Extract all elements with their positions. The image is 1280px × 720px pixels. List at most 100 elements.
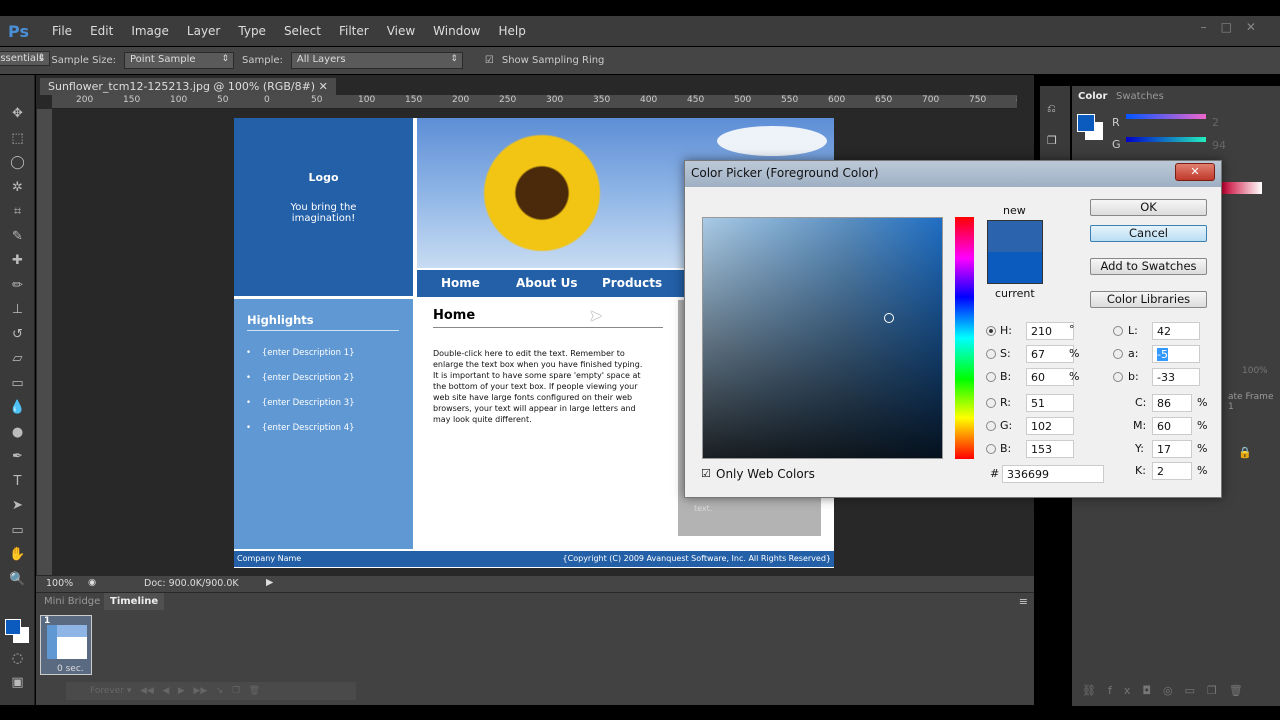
fg-color-swatch[interactable] — [1077, 114, 1095, 132]
eyedropper-tool-icon[interactable]: ✎ — [0, 225, 35, 250]
s-input[interactable]: 67 — [1026, 345, 1074, 363]
quick-mask-icon[interactable]: ◌ — [0, 647, 35, 672]
loop-select[interactable]: Forever — [90, 686, 124, 696]
quick-select-tool-icon[interactable]: ✲ — [0, 176, 35, 201]
only-web-colors-checkbox[interactable]: ☑ — [701, 467, 711, 480]
g-value[interactable]: 94 — [1212, 139, 1226, 152]
l-radio[interactable] — [1113, 326, 1123, 336]
nav-about-us[interactable]: About Us — [516, 276, 577, 290]
shape-tool-icon[interactable]: ▭ — [0, 519, 35, 544]
history-icon[interactable]: ⎌ — [1047, 102, 1070, 116]
screen-mode-icon[interactable]: ▣ — [0, 671, 35, 696]
zoom-level[interactable]: 100% — [46, 578, 73, 589]
menu-image[interactable]: Image — [131, 24, 169, 38]
ok-button[interactable]: OK — [1090, 199, 1207, 216]
menu-edit[interactable]: Edit — [90, 24, 113, 38]
dodge-tool-icon[interactable]: ● — [0, 421, 35, 446]
k-input[interactable]: 2 — [1152, 462, 1192, 480]
pen-tool-icon[interactable]: ✒ — [0, 445, 35, 470]
sample-select[interactable]: All Layers — [290, 52, 463, 69]
h-radio[interactable] — [986, 326, 996, 336]
menu-file[interactable]: File — [52, 24, 72, 38]
play-icon[interactable]: ▶ — [178, 686, 185, 696]
tab-timeline[interactable]: Timeline — [104, 593, 165, 610]
color-libraries-button[interactable]: Color Libraries — [1090, 291, 1207, 308]
crop-tool-icon[interactable]: ⌗ — [0, 200, 35, 225]
r-slider[interactable] — [1126, 114, 1206, 119]
menu-type[interactable]: Type — [238, 24, 266, 38]
foreground-color-swatch[interactable] — [5, 619, 21, 635]
hue-slider[interactable] — [955, 217, 974, 459]
history-brush-icon[interactable]: ↺ — [0, 323, 35, 348]
b-input[interactable]: 60 — [1026, 368, 1074, 386]
current-color-swatch[interactable] — [987, 252, 1043, 284]
tab-color[interactable]: Color — [1078, 91, 1107, 102]
nav-products[interactable]: Products — [602, 276, 662, 290]
s-radio[interactable] — [986, 349, 996, 359]
animation-frame[interactable]: 1 0 sec. — [40, 615, 92, 675]
g-slider[interactable] — [1126, 137, 1206, 142]
zoom-tool-icon[interactable]: 🔍 — [0, 568, 35, 593]
hex-input[interactable]: 336699 — [1002, 465, 1104, 483]
g-radio[interactable] — [986, 421, 996, 431]
m-input[interactable]: 60 — [1152, 417, 1192, 435]
blue-input[interactable]: 153 — [1026, 440, 1074, 458]
color-ramp[interactable] — [1222, 182, 1262, 194]
panel-menu-icon[interactable]: ≡ — [1019, 595, 1028, 608]
path-select-tool-icon[interactable]: ➤ — [0, 494, 35, 519]
a-input[interactable]: -5 — [1152, 345, 1200, 363]
color-picker-ring[interactable] — [884, 313, 894, 323]
show-ring-checkbox[interactable]: ☑ — [485, 55, 494, 66]
status-menu-arrow-icon[interactable]: ▶ — [266, 577, 273, 588]
window-controls[interactable]: –□✕ — [1201, 20, 1270, 34]
frame-delay[interactable]: 0 sec. — [57, 664, 84, 674]
lock-icon[interactable]: 🔒 — [1238, 446, 1252, 459]
r-value[interactable]: 2 — [1212, 116, 1219, 129]
next-frame-icon[interactable]: ▶▶ — [193, 686, 207, 696]
g-input[interactable]: 102 — [1026, 417, 1074, 435]
gradient-tool-icon[interactable]: ▭ — [0, 372, 35, 397]
menu-help[interactable]: Help — [499, 24, 526, 38]
lab-b-input[interactable]: -33 — [1152, 368, 1200, 386]
y-input[interactable]: 17 — [1152, 440, 1192, 458]
nav-home[interactable]: Home — [441, 276, 480, 290]
blue-radio[interactable] — [986, 444, 996, 454]
tab-mini-bridge[interactable]: Mini Bridge — [44, 596, 100, 607]
move-tool-icon[interactable]: ✥ — [0, 102, 35, 127]
a-radio[interactable] — [1113, 349, 1123, 359]
blur-tool-icon[interactable]: 💧 — [0, 396, 35, 421]
status-icon[interactable]: ◉ — [88, 577, 96, 588]
properties-icon[interactable]: ❒ — [1047, 134, 1070, 147]
tab-swatches[interactable]: Swatches — [1116, 91, 1164, 102]
color-field[interactable] — [702, 217, 943, 459]
eraser-tool-icon[interactable]: ▱ — [0, 347, 35, 372]
menu-select[interactable]: Select — [284, 24, 321, 38]
stamp-tool-icon[interactable]: ⊥ — [0, 298, 35, 323]
brush-tool-icon[interactable]: ✏ — [0, 274, 35, 299]
hand-tool-icon[interactable]: ✋ — [0, 543, 35, 568]
workspace-select[interactable]: Essentials — [0, 51, 51, 66]
close-tab-icon[interactable]: ✕ — [319, 80, 328, 93]
b-radio[interactable] — [986, 372, 996, 382]
first-frame-icon[interactable]: ◀◀ — [140, 686, 154, 696]
h-input[interactable]: 210 — [1026, 322, 1074, 340]
tween-icon[interactable]: ↘ — [216, 686, 224, 696]
menu-view[interactable]: View — [387, 24, 415, 38]
menu-filter[interactable]: Filter — [339, 24, 369, 38]
lasso-tool-icon[interactable]: ◯ — [0, 151, 35, 176]
trash-icon[interactable]: 🗑 — [249, 686, 260, 696]
c-input[interactable]: 86 — [1152, 394, 1192, 412]
close-icon[interactable]: ✕ — [1175, 163, 1215, 181]
lab-b-radio[interactable] — [1113, 372, 1123, 382]
prev-frame-icon[interactable]: ◀ — [162, 686, 169, 696]
menu-layer[interactable]: Layer — [187, 24, 220, 38]
l-input[interactable]: 42 — [1152, 322, 1200, 340]
opacity-field[interactable]: 100% — [1242, 366, 1268, 376]
marquee-tool-icon[interactable]: ⬚ — [0, 127, 35, 152]
r-input[interactable]: 51 — [1026, 394, 1074, 412]
duplicate-frame-icon[interactable]: ❐ — [232, 686, 240, 696]
menu-window[interactable]: Window — [433, 24, 480, 38]
add-to-swatches-button[interactable]: Add to Swatches — [1090, 258, 1207, 275]
type-tool-icon[interactable]: T — [0, 470, 35, 495]
healing-tool-icon[interactable]: ✚ — [0, 249, 35, 274]
